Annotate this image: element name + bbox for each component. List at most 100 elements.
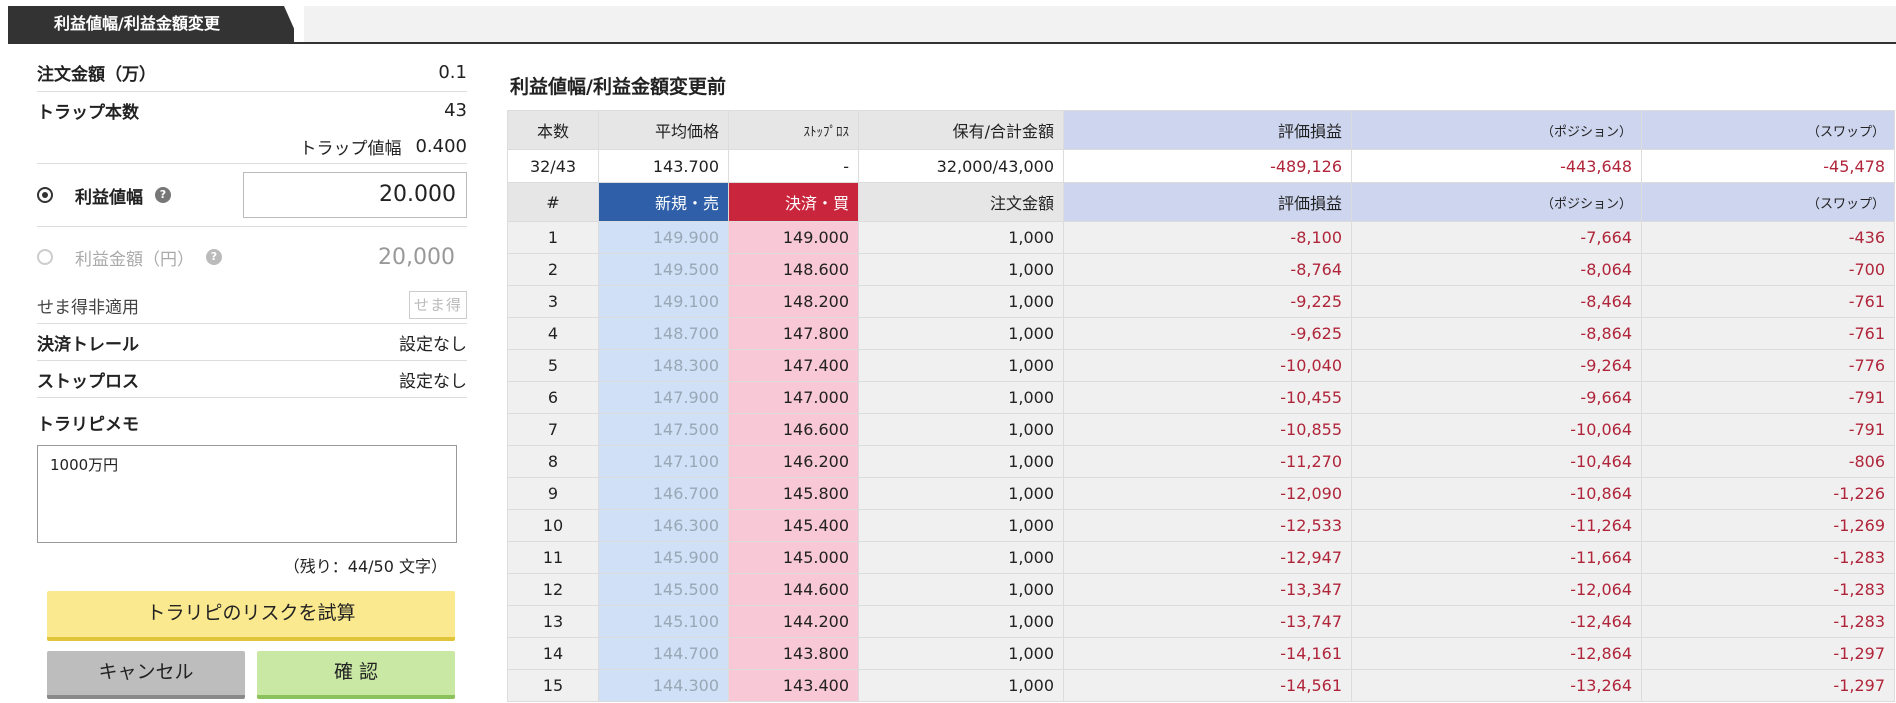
trap-order-amount: 1,000 xyxy=(858,541,1064,574)
trap-header-row: # 新規・売 決済・買 注文金額 評価損益 （ポジション） （スワップ） xyxy=(507,182,1895,222)
help-icon[interactable]: ? xyxy=(155,187,171,203)
summary-header-cell: （スワップ） xyxy=(1641,110,1895,150)
trap-count-value: 43 xyxy=(444,100,467,121)
trap-swap: -1,226 xyxy=(1641,477,1895,510)
trap-number: 2 xyxy=(507,253,599,286)
trap-new-sell-price: 148.300 xyxy=(598,349,729,382)
trap-width-row: トラップ値幅 0.400 xyxy=(37,129,467,164)
table-row: 7 147.500 146.600 1,000 -10,855 -10,064 -791 xyxy=(507,413,1895,446)
profit-amount-label: 利益金額（円） xyxy=(75,249,194,270)
trap-swap: -761 xyxy=(1641,317,1895,350)
trap-swap: -700 xyxy=(1641,253,1895,286)
trap-close-buy-price: 149.000 xyxy=(728,221,859,254)
trap-new-sell-price: 145.900 xyxy=(598,541,729,574)
profit-amount-input[interactable]: 20,000 xyxy=(243,245,467,270)
trap-pl: -10,040 xyxy=(1063,349,1352,382)
trap-count-row: トラップ本数 43 xyxy=(37,92,467,129)
trap-position-pl: -12,064 xyxy=(1351,573,1642,606)
trap-close-buy-price: 146.600 xyxy=(728,413,859,446)
trap-order-amount: 1,000 xyxy=(858,477,1064,510)
help-icon[interactable]: ? xyxy=(206,249,222,265)
risk-estimate-button[interactable]: トラリピのリスクを試算 xyxy=(47,591,455,641)
sema-toku-icon: せま得 xyxy=(409,291,467,319)
sema-row: せま得非適用 せま得 xyxy=(37,287,467,324)
profit-width-radio[interactable] xyxy=(37,187,53,203)
summary-header-row: 本数 平均価格 ｽﾄｯﾌﾟﾛｽ 保有/合計金額 評価損益 （ポジション） （スワ… xyxy=(507,110,1895,150)
profit-width-input[interactable]: 20.000 xyxy=(243,172,467,218)
order-amount-row: 注文金額（万） 0.1 xyxy=(37,54,467,92)
trap-pl: -12,090 xyxy=(1063,477,1352,510)
profit-amount-radio[interactable] xyxy=(37,249,53,265)
summary-value-cell: 32,000/43,000 xyxy=(858,149,1064,183)
profit-amount-row: 利益金額（円） ? 20,000 xyxy=(37,227,467,287)
trap-header-cell: （スワップ） xyxy=(1641,182,1895,222)
trap-number: 8 xyxy=(507,445,599,478)
trail-value: 設定なし xyxy=(399,334,467,355)
trap-close-buy-price: 146.200 xyxy=(728,445,859,478)
trap-number: 11 xyxy=(507,541,599,574)
trap-order-amount: 1,000 xyxy=(858,317,1064,350)
tab-profit-change[interactable]: 利益値幅/利益金額変更 xyxy=(8,6,294,42)
trap-count-label: トラップ本数 xyxy=(37,103,139,123)
summary-header-cell: 保有/合計金額 xyxy=(858,110,1064,150)
summary-value-cell: -489,126 xyxy=(1063,149,1352,183)
positions-table: 本数 平均価格 ｽﾄｯﾌﾟﾛｽ 保有/合計金額 評価損益 （ポジション） （スワ… xyxy=(507,110,1895,702)
trap-pl: -13,347 xyxy=(1063,573,1352,606)
trap-pl: -8,100 xyxy=(1063,221,1352,254)
trap-pl: -14,161 xyxy=(1063,637,1352,670)
trap-pl: -12,533 xyxy=(1063,509,1352,542)
trap-new-sell-price: 149.900 xyxy=(598,221,729,254)
trap-new-sell-price: 145.100 xyxy=(598,605,729,638)
summary-header-cell: 本数 xyxy=(507,110,599,150)
trap-pl: -13,747 xyxy=(1063,605,1352,638)
cancel-button[interactable]: キャンセル xyxy=(47,651,245,699)
trail-row: 決済トレール 設定なし xyxy=(37,324,467,361)
trap-position-pl: -12,464 xyxy=(1351,605,1642,638)
summary-value-cell: - xyxy=(728,149,859,183)
stoploss-value: 設定なし xyxy=(399,371,467,392)
trap-new-sell-price: 149.100 xyxy=(598,285,729,318)
trap-order-amount: 1,000 xyxy=(858,573,1064,606)
trap-position-pl: -9,664 xyxy=(1351,381,1642,414)
trap-close-buy-price: 147.800 xyxy=(728,317,859,350)
trap-order-amount: 1,000 xyxy=(858,381,1064,414)
summary-value-cell: 32/43 xyxy=(507,149,599,183)
trap-header-cell: 決済・買 xyxy=(728,182,859,222)
trap-position-pl: -11,264 xyxy=(1351,509,1642,542)
trap-swap: -806 xyxy=(1641,445,1895,478)
trap-swap: -776 xyxy=(1641,349,1895,382)
trap-pl: -11,270 xyxy=(1063,445,1352,478)
profit-width-label-wrap: 利益値幅 ? xyxy=(75,183,243,208)
trap-number: 13 xyxy=(507,605,599,638)
trap-new-sell-price: 146.300 xyxy=(598,509,729,542)
tab-bar: 利益値幅/利益金額変更 xyxy=(8,6,1896,44)
trap-position-pl: -13,264 xyxy=(1351,669,1642,702)
table-row: 6 147.900 147.000 1,000 -10,455 -9,664 -791 xyxy=(507,381,1895,414)
trap-number: 4 xyxy=(507,317,599,350)
trap-order-amount: 1,000 xyxy=(858,669,1064,702)
trap-close-buy-price: 144.200 xyxy=(728,605,859,638)
trap-number: 9 xyxy=(507,477,599,510)
profit-width-label: 利益値幅 xyxy=(75,187,143,208)
action-buttons: キャンセル 確 認 xyxy=(47,651,455,699)
memo-textarea[interactable]: 1000万円 xyxy=(37,445,457,543)
confirm-button[interactable]: 確 認 xyxy=(257,651,455,699)
trap-position-pl: -12,864 xyxy=(1351,637,1642,670)
trap-position-pl: -10,864 xyxy=(1351,477,1642,510)
trap-new-sell-price: 147.500 xyxy=(598,413,729,446)
table-row: 2 149.500 148.600 1,000 -8,764 -8,064 -700 xyxy=(507,253,1895,286)
sema-label: せま得非適用 xyxy=(37,297,139,318)
trap-order-amount: 1,000 xyxy=(858,605,1064,638)
trap-order-amount: 1,000 xyxy=(858,221,1064,254)
summary-header-cell: （ポジション） xyxy=(1351,110,1642,150)
trap-swap: -791 xyxy=(1641,381,1895,414)
trap-number: 5 xyxy=(507,349,599,382)
trap-pl: -9,225 xyxy=(1063,285,1352,318)
settings-form: 注文金額（万） 0.1 トラップ本数 43 トラップ値幅 0.400 利益値幅 … xyxy=(37,54,467,699)
profit-width-row: 利益値幅 ? 20.000 xyxy=(37,164,467,227)
table-row: 8 147.100 146.200 1,000 -11,270 -10,464 -806 xyxy=(507,445,1895,478)
trap-order-amount: 1,000 xyxy=(858,637,1064,670)
trap-swap: -1,283 xyxy=(1641,573,1895,606)
table-row: 4 148.700 147.800 1,000 -9,625 -8,864 -761 xyxy=(507,317,1895,350)
table-row: 9 146.700 145.800 1,000 -12,090 -10,864 -1,226 xyxy=(507,477,1895,510)
